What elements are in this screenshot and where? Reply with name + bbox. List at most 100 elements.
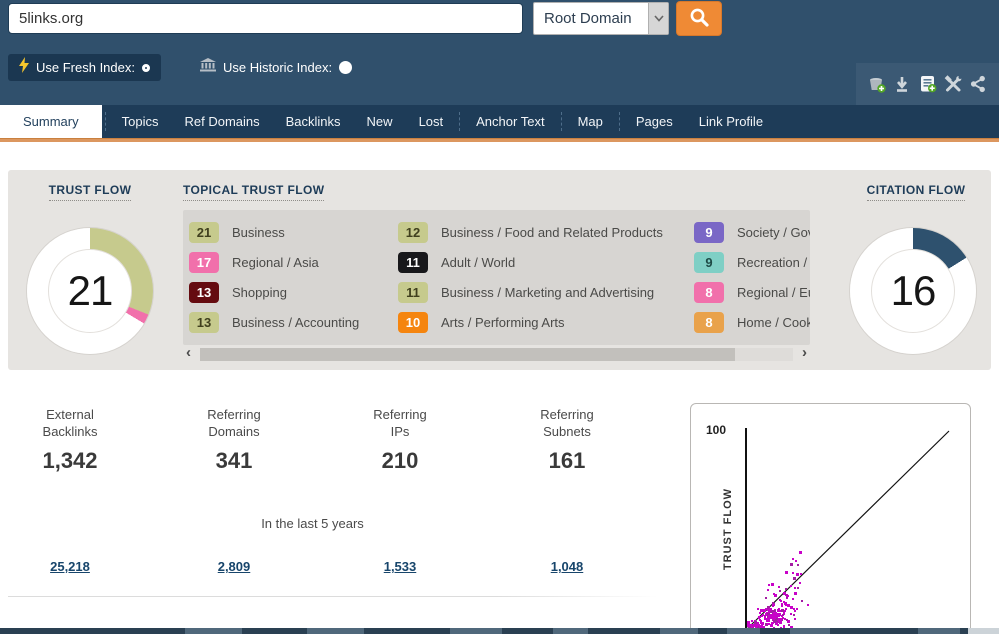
scatter-point [786, 618, 789, 621]
scatter-point [789, 562, 793, 566]
topical-item[interactable]: 11 Adult / World [398, 247, 694, 277]
site-explorer-app: Root Domain Use Fresh Index: Use Histori… [0, 0, 999, 634]
taskbar-segment [307, 628, 364, 634]
stat-value: 1,342 [42, 448, 98, 473]
tab-pages[interactable]: Pages [623, 105, 686, 138]
topical-item[interactable]: 9 Recreation / T [694, 247, 810, 277]
tab-summary[interactable]: Summary [0, 105, 102, 138]
taskbar-segment [450, 628, 502, 634]
scatter-point [792, 598, 795, 601]
tab-lost[interactable]: Lost [406, 105, 457, 138]
taskbar-segment [660, 628, 698, 634]
topical-score-badge: 9 [694, 221, 724, 243]
scatter-point [795, 572, 799, 576]
topical-score-badge: 21 [189, 221, 219, 243]
topical-item[interactable]: 9 Society / Gove [694, 217, 810, 247]
header-bar: Root Domain Use Fresh Index: Use Histori… [0, 0, 999, 105]
history-link[interactable]: 1,048 [551, 559, 584, 574]
scatter-point [746, 624, 749, 627]
tab-ref-domains[interactable]: Ref Domains [171, 105, 272, 138]
taskbar-segment [553, 628, 588, 634]
scatter-point [746, 621, 750, 625]
scatter-point [795, 560, 798, 563]
scroll-left-icon[interactable]: ‹ [186, 345, 191, 361]
fresh-index-radio[interactable] [142, 63, 150, 72]
historic-index-toggle[interactable]: Use Historic Index: [200, 54, 353, 81]
topical-item[interactable]: 13 Business / Accounting [189, 308, 398, 338]
search-input[interactable] [8, 3, 523, 34]
search-button[interactable] [676, 1, 722, 36]
scatter-point [794, 609, 797, 612]
scatter-point [758, 611, 761, 614]
topical-label: Society / Gove [737, 224, 810, 240]
scatter-point [781, 613, 784, 616]
scatter-point [784, 587, 787, 590]
scatter-point [759, 618, 762, 621]
scatter-point [784, 570, 788, 574]
stat-column: Referring Domains 341 [164, 406, 304, 474]
add-to-bucket-icon[interactable] [866, 73, 888, 95]
stat-label: Domains [208, 424, 260, 439]
tab-new[interactable]: New [354, 105, 406, 138]
tab-link-profile[interactable]: Link Profile [686, 105, 776, 138]
history-link[interactable]: 1,533 [384, 559, 417, 574]
trust-flow-donut-hole: 21 [48, 249, 132, 333]
history-link[interactable]: 2,809 [218, 559, 251, 574]
scrollbar-track[interactable] [200, 348, 793, 361]
scatter-point [771, 610, 774, 613]
scatter-point [779, 598, 782, 601]
scatter-point [752, 623, 756, 627]
download-icon[interactable] [891, 73, 913, 95]
scatter-point [786, 594, 788, 597]
trust-flow-value: 21 [67, 267, 114, 314]
scatter-point [792, 576, 796, 580]
topical-score-badge: 12 [398, 221, 428, 243]
fresh-index-toggle[interactable]: Use Fresh Index: [8, 54, 161, 81]
tab-backlinks[interactable]: Backlinks [273, 105, 354, 138]
scatter-point [794, 587, 797, 590]
citation-flow-title: CITATION FLOW [866, 183, 966, 201]
scatter-point [795, 608, 798, 611]
topical-score-badge: 17 [189, 251, 219, 273]
history-links-row: 25,218 2,809 1,533 1,048 [0, 558, 660, 578]
topical-label: Shopping [232, 285, 287, 301]
topical-item[interactable]: 10 Arts / Performing Arts [398, 308, 694, 338]
topical-item[interactable]: 13 Shopping [189, 278, 398, 308]
scatter-point [780, 604, 783, 607]
topical-item[interactable]: 17 Regional / Asia [189, 247, 398, 277]
stat-column: External Backlinks 1,342 [0, 406, 140, 474]
scatter-point [767, 620, 770, 622]
topical-item[interactable]: 8 Home / Cookin [694, 308, 810, 338]
scope-select[interactable]: Root Domain [533, 2, 669, 35]
scatter-point [778, 608, 781, 611]
topical-item[interactable]: 21 Business [189, 217, 398, 247]
historic-index-radio[interactable] [339, 61, 353, 74]
stat-label: Backlinks [42, 424, 98, 439]
share-icon[interactable] [967, 73, 989, 95]
tab-anchor-text[interactable]: Anchor Text [463, 105, 557, 138]
tab-separator [459, 112, 461, 131]
scatter-point [789, 584, 792, 587]
add-report-icon[interactable] [917, 73, 939, 95]
topical-label: Adult / World [441, 254, 516, 270]
tools-icon[interactable] [942, 73, 964, 95]
scatter-point [762, 609, 766, 613]
topical-score-badge: 13 [189, 282, 219, 304]
topical-item[interactable]: 8 Regional / Eur [694, 278, 810, 308]
history-link-wrap: 2,809 [164, 558, 304, 576]
topical-item[interactable]: 11 Business / Marketing and Advertising [398, 278, 694, 308]
scroll-right-icon[interactable]: › [802, 345, 807, 361]
citation-flow-value: 16 [890, 267, 937, 314]
citation-flow-donut: 16 [850, 228, 976, 354]
section-divider [8, 596, 658, 597]
citation-flow-donut-hole: 16 [871, 249, 955, 333]
scatter-point [791, 571, 794, 574]
scatter-point [792, 557, 795, 560]
topical-item[interactable]: 12 Business / Food and Related Products [398, 217, 694, 247]
tab-topics[interactable]: Topics [109, 105, 172, 138]
history-link[interactable]: 25,218 [50, 559, 90, 574]
topical-label: Arts / Performing Arts [441, 315, 565, 331]
scrollbar-thumb[interactable] [200, 348, 735, 361]
stat-label: Referring [207, 407, 261, 422]
tab-map[interactable]: Map [565, 105, 616, 138]
